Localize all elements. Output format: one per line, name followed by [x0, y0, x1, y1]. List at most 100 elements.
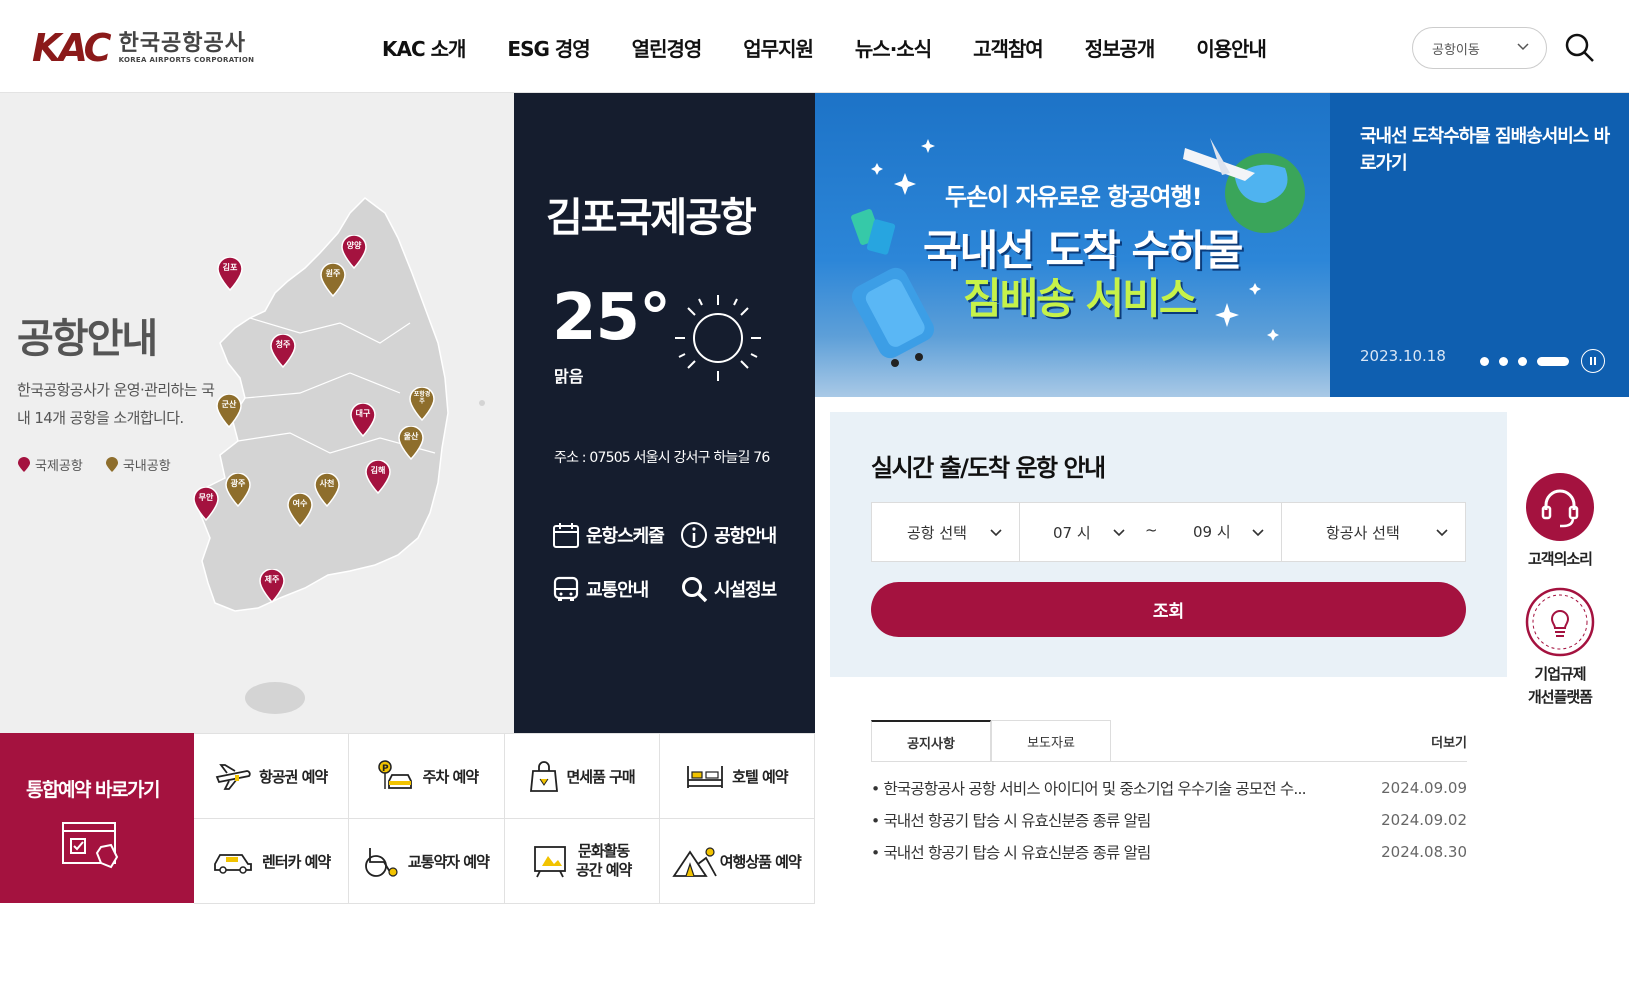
nav-esg[interactable]: ESG 경영: [507, 33, 590, 62]
nav-kac-intro[interactable]: KAC 소개: [382, 33, 466, 62]
flight-search-button[interactable]: 조회: [871, 582, 1466, 637]
airport-map-panel: 공항안내 한국공항공사가 운영·관리하는 국내 14개 공항을 소개합니다. 국…: [0, 93, 514, 733]
accessibility-booking[interactable]: 교통약자 예약: [349, 819, 505, 904]
pause-icon: [1590, 357, 1596, 365]
airport-pin-label: 청주: [275, 340, 291, 349]
banner-date: 2023.10.18: [1360, 347, 1446, 365]
chevron-down-icon: [990, 529, 1002, 537]
airport-pin-label: 양양: [346, 241, 362, 250]
map-title: 공항안내: [17, 316, 158, 362]
duty-free-purchase[interactable]: 면세품 구매: [504, 734, 660, 819]
to-hour[interactable]: 09 시: [1193, 521, 1231, 542]
rental-car-booking[interactable]: 렌터카 예약: [194, 819, 350, 904]
flight-info-title: 실시간 출/도착 운항 안내: [871, 454, 1106, 482]
banner-pagination: [1480, 349, 1605, 373]
notice-date: 2024.08.30: [1381, 843, 1467, 861]
chevron-down-icon: [1113, 529, 1125, 537]
tab-notice[interactable]: 공지사항: [871, 720, 991, 762]
kac-logo[interactable]: KAC 한국공항공사 KOREA AIRPORTS CORPORATION: [32, 28, 254, 68]
airport-pin-label: 무안: [198, 493, 214, 502]
airport-pin-여수[interactable]: 여수: [287, 492, 313, 528]
nav-news[interactable]: 뉴스·소식: [855, 33, 932, 62]
airport-move-label: 공항이동: [1432, 42, 1480, 58]
intl-pin-icon: [18, 456, 30, 472]
airport-pin-label: 여수: [292, 499, 308, 508]
regulation-platform-link[interactable]: 기업규제 개선플랫폼: [1515, 587, 1605, 709]
customer-voice-link[interactable]: 고객의소리: [1515, 472, 1605, 571]
flight-booking[interactable]: 항공권 예약: [194, 734, 350, 819]
legend-domestic: 국내공항: [105, 455, 171, 474]
slide-dot-active[interactable]: [1537, 356, 1569, 366]
airport-select[interactable]: 공항 선택: [872, 503, 1020, 561]
time-range-select[interactable]: 07 시 ~ 09 시: [1020, 503, 1282, 561]
banner-headline-2: 짐배송 서비스: [963, 274, 1197, 323]
airline-select[interactable]: 항공사 선택: [1282, 503, 1465, 561]
airport-pin-울산[interactable]: 울산: [398, 425, 424, 461]
link-flight-schedule[interactable]: 운항스케줄: [552, 521, 665, 549]
culture-space-label: 문화활동 공간 예약: [575, 842, 632, 879]
logo-english: KOREA AIRPORTS CORPORATION: [118, 56, 255, 64]
bed-icon: [687, 766, 724, 788]
airport-pin-사천[interactable]: 사천: [314, 472, 340, 508]
map-legend: 국제공항 국내공항: [17, 455, 193, 474]
airport-pin-label: 대구: [355, 409, 371, 418]
car-icon: [214, 854, 252, 874]
notice-item[interactable]: • 국내선 항공기 탑승 시 유효신분증 종류 알림 2024.09.02: [871, 804, 1467, 836]
nav-usage-guide[interactable]: 이용안내: [1196, 33, 1267, 62]
notice-list: • 한국공항공사 공항 서비스 아이디어 및 중소기업 우수기술 공모전 수..…: [871, 772, 1467, 868]
banner-title[interactable]: 국내선 도착수하물 짐배송서비스 바로가기: [1360, 123, 1610, 177]
customer-voice-label: 고객의소리: [1527, 550, 1593, 568]
parking-booking[interactable]: P 주차 예약: [349, 734, 505, 819]
slide-dot-1[interactable]: [1480, 356, 1489, 366]
travel-product-booking[interactable]: 여행상품 예약: [659, 819, 815, 904]
main-nav: KAC 소개 ESG 경영 열린경영 업무지원 뉴스·소식 고객참여 정보공개 …: [382, 33, 1308, 62]
nav-business-support[interactable]: 업무지원: [743, 33, 814, 62]
airport-pin-원주[interactable]: 원주: [320, 262, 346, 298]
weather-airport-name: 김포국제공항: [546, 195, 757, 241]
link-transport[interactable]: 교통안내: [552, 575, 649, 603]
notice-item[interactable]: • 국내선 항공기 탑승 시 유효신분증 종류 알림 2024.08.30: [871, 836, 1467, 868]
bus-icon: [553, 576, 579, 601]
airport-pin-포항경주[interactable]: 포항경주: [409, 386, 435, 422]
info-icon: [681, 522, 707, 548]
nav-open-management[interactable]: 열린경영: [632, 33, 703, 62]
airport-address: 주소 : 07505 서울시 강서구 하늘길 76: [554, 450, 770, 466]
nav-info-disclosure[interactable]: 정보공개: [1085, 33, 1156, 62]
culture-space-booking[interactable]: 문화활동 공간 예약: [504, 819, 660, 904]
airport-pin-청주[interactable]: 청주: [270, 333, 296, 369]
from-hour[interactable]: 07 시: [1053, 522, 1091, 543]
notice-item[interactable]: • 한국공항공사 공항 서비스 아이디어 및 중소기업 우수기술 공모전 수..…: [871, 772, 1467, 804]
logo-mark: KAC: [32, 26, 112, 70]
airport-pin-광주[interactable]: 광주: [225, 472, 251, 508]
calendar-icon: [553, 523, 579, 548]
airport-pin-대구[interactable]: 대구: [350, 402, 376, 438]
airplane-icon: [215, 764, 251, 790]
notice-date: 2024.09.02: [1381, 811, 1467, 829]
slide-dot-3[interactable]: [1518, 356, 1527, 366]
airport-pin-무안[interactable]: 무안: [193, 486, 219, 522]
airport-pin-김포[interactable]: 김포: [217, 256, 243, 292]
tab-press[interactable]: 보도자료: [991, 720, 1111, 762]
link-airport-guide[interactable]: 공항안내: [680, 521, 777, 549]
domestic-pin-icon: [105, 456, 118, 472]
airport-pin-label: 제주: [264, 575, 280, 584]
shopping-bag-icon: [529, 761, 558, 792]
flight-info-panel: 실시간 출/도착 운항 안내 공항 선택 07 시 ~ 09 시 항공사 선택 …: [830, 412, 1507, 677]
search-icon[interactable]: [1564, 32, 1596, 64]
airport-pin-김해[interactable]: 김해: [365, 459, 391, 495]
slide-dot-2[interactable]: [1499, 356, 1508, 366]
pause-button[interactable]: [1581, 349, 1605, 373]
hotel-booking[interactable]: 호텔 예약: [659, 734, 815, 819]
nav-customer[interactable]: 고객참여: [973, 33, 1044, 62]
more-link[interactable]: 더보기: [1431, 732, 1467, 751]
integrated-reservation-link[interactable]: 통합예약 바로가기: [0, 733, 194, 903]
magnifier-icon: [682, 577, 708, 603]
notice-tabs: 공지사항 보도자료: [871, 720, 1467, 762]
airport-move-select[interactable]: 공항이동: [1412, 27, 1547, 69]
airport-pin-군산[interactable]: 군산: [216, 393, 242, 429]
airport-pin-제주[interactable]: 제주: [259, 568, 285, 604]
banner-subtitle: 두손이 자유로운 항공여행!: [945, 183, 1203, 211]
promo-banner[interactable]: 두손이 자유로운 항공여행! 국내선 도착 수하물 짐배송 서비스 국내선 도착…: [815, 93, 1629, 397]
link-facilities[interactable]: 시설정보: [680, 575, 777, 603]
banner-caption: 국내선 도착수하물 짐배송서비스 바로가기 2023.10.18: [1330, 93, 1629, 397]
